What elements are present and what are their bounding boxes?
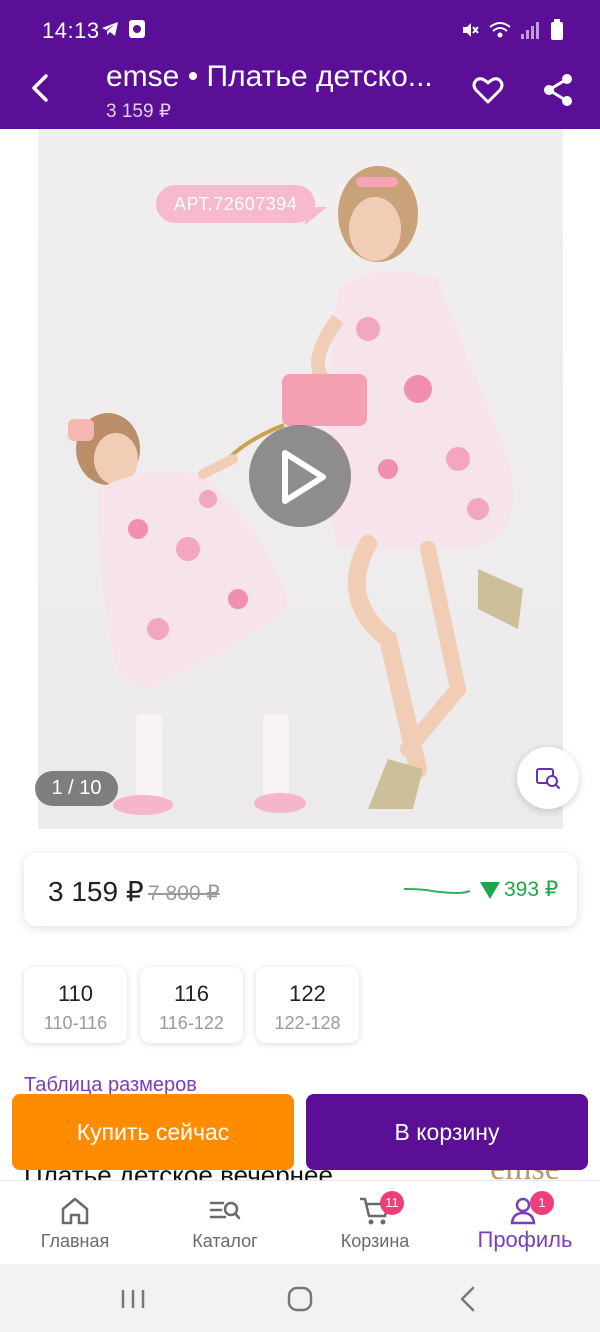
back-arrow-icon [32,74,48,102]
size-value: 110 [57,981,94,1006]
home-system-button[interactable] [280,1282,320,1316]
recent-apps-button[interactable] [113,1282,153,1316]
size-option[interactable]: 122 122-128 [256,967,359,1043]
back-system-button[interactable] [448,1282,488,1316]
screen-record-icon [129,20,145,38]
status-time: 14:13 [42,18,100,43]
product-image[interactable]: АРТ.72607394 [38,129,563,829]
nav-item-catalog[interactable]: Каталог [150,1181,300,1265]
bottom-nav: Главная Каталог 11 Корзина 1 Профиль [0,1180,600,1264]
heart-icon [472,77,504,104]
play-video-button[interactable] [249,425,351,527]
size-range: 110-116 [43,1013,108,1033]
play-icon [282,450,326,504]
status-bar: 14:13 [0,0,600,48]
buy-now-button[interactable]: Купить сейчас [12,1094,294,1170]
size-value: 122 [289,981,326,1006]
recent-apps-icon [121,1290,145,1308]
current-price: 3 159 ₽ [48,876,144,907]
wifi-icon [489,22,511,38]
old-price: 7 800 ₽ [148,882,220,905]
article-badge: АРТ.72607394 [156,185,328,225]
photo-counter: 1 / 10 [35,771,118,806]
size-range: 122-128 [274,1013,341,1033]
catalog-search-icon [209,1201,241,1220]
signal-icon [521,22,539,39]
cart-badge: 11 [380,1191,404,1215]
system-nav-bar [0,1264,600,1332]
triangle-down-icon [480,881,500,899]
status-left-icons [100,19,146,39]
profile-badge: 1 [530,1191,554,1215]
nav-label: Профиль [477,1227,573,1252]
nav-item-cart[interactable]: 11 Корзина [300,1181,450,1265]
chevron-left-icon [460,1286,475,1312]
size-option[interactable]: 110 110-116 [24,967,127,1043]
home-circle-icon [287,1286,313,1312]
nav-item-profile[interactable]: 1 Профиль [450,1181,600,1265]
share-icon [544,74,572,106]
telegram-icon [102,22,118,36]
size-list: 110 110-116 116 116-122 122 122-128 [24,967,359,1043]
price-drop-value: 393 ₽ [504,878,559,901]
image-search-icon [536,768,560,789]
nav-label: Главная [40,1231,110,1251]
share-button[interactable] [540,72,576,108]
size-range: 116-122 [159,1013,224,1033]
battery-icon [551,19,563,40]
size-option[interactable]: 116 116-122 [140,967,243,1043]
size-value: 116 [173,981,210,1006]
app-header: emse • Платье детско... 3 159 ₽ [0,48,600,129]
back-button[interactable] [22,68,62,108]
add-to-cart-button[interactable]: В корзину [306,1094,588,1170]
page-title: emse • Платье детско... [106,60,433,93]
nav-label: Каталог [192,1231,258,1251]
visual-search-button[interactable] [517,747,579,809]
nav-item-home[interactable]: Главная [0,1181,150,1265]
price-drop: 393 ₽ [478,877,558,902]
price-card: 3 159 ₽ 7 800 ₽ 393 ₽ [24,853,577,926]
mute-icon [463,23,479,37]
status-right-icons [460,19,564,41]
nav-label: Корзина [340,1231,410,1251]
favorite-button[interactable] [470,72,506,108]
home-icon [61,1197,89,1225]
price-history-sparkline-icon[interactable] [402,883,472,899]
header-price: 3 159 ₽ [106,101,171,122]
